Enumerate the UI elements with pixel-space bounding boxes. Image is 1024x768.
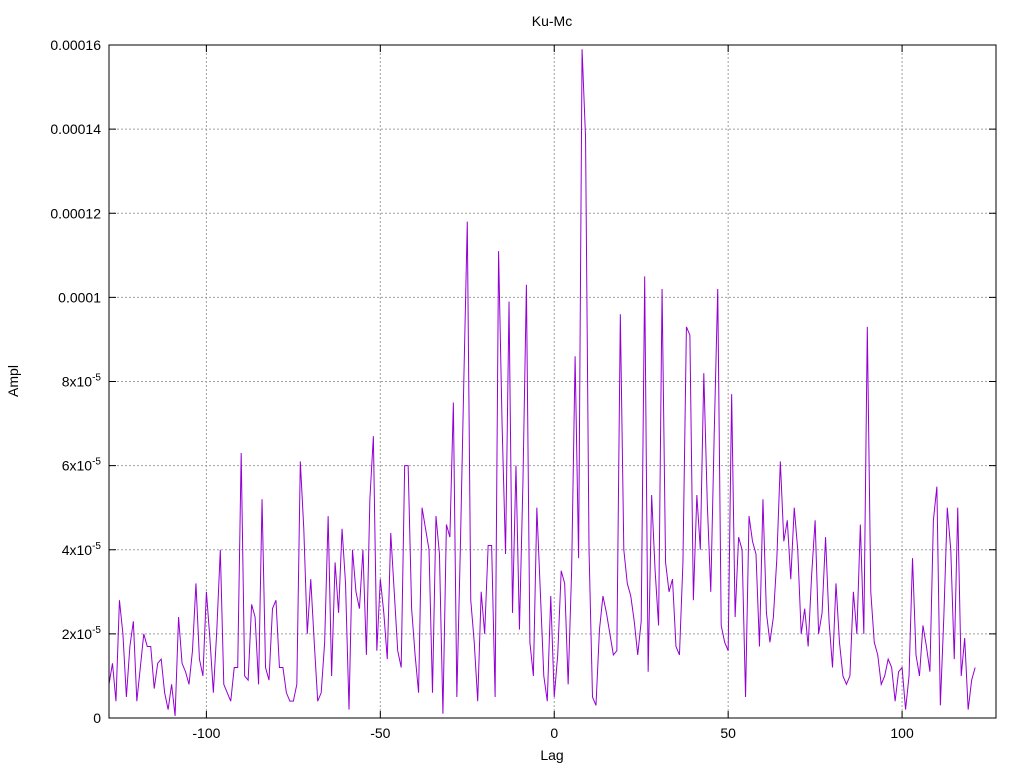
y-tick-label: 2x10-5 bbox=[62, 625, 102, 642]
chart-canvas: Ku-Mc Lag Ampl -100 -50 0 50 100 0 2x10-5 4x10-… bbox=[5, 13, 997, 763]
axis-ticks: -100 -50 0 50 100 0 2x10-5 4x10-5 6x10-5 8x10-5 0.… bbox=[50, 37, 996, 741]
y-tick-label: 0.0001 bbox=[58, 289, 101, 305]
chart-title: Ku-Mc bbox=[532, 13, 572, 29]
x-tick-label: -100 bbox=[192, 725, 220, 741]
y-tick-label: 8x10-5 bbox=[62, 373, 102, 390]
y-tick-label: 0.00016 bbox=[50, 37, 101, 53]
y-axis-title: Ampl bbox=[5, 365, 21, 397]
y-tick-label: 0.00012 bbox=[50, 205, 101, 221]
y-tick-label: 6x10-5 bbox=[62, 457, 102, 474]
y-tick-label: 0 bbox=[93, 710, 101, 726]
x-tick-label: 0 bbox=[550, 725, 558, 741]
x-tick-label: 100 bbox=[890, 725, 914, 741]
x-tick-label: -50 bbox=[370, 725, 390, 741]
series-line-group bbox=[108, 49, 976, 716]
x-axis-title: Lag bbox=[540, 747, 563, 763]
y-tick-label: 4x10-5 bbox=[62, 541, 102, 558]
series-line bbox=[108, 49, 976, 716]
y-tick-label: 0.00014 bbox=[50, 121, 101, 137]
x-tick-label: 50 bbox=[720, 725, 736, 741]
